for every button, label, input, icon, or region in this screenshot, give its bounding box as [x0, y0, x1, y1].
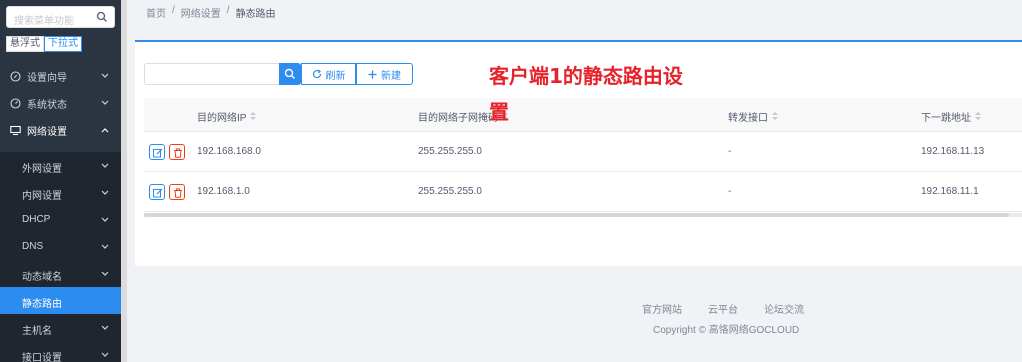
chevron-down-icon: [101, 100, 109, 105]
monitor-icon: [10, 125, 21, 136]
delete-button[interactable]: [169, 144, 185, 160]
sort-icon[interactable]: [250, 112, 257, 121]
cell-dest-mask: 255.255.255.0: [418, 186, 482, 197]
column-header-dest-ip[interactable]: 目的网络IP: [197, 109, 257, 124]
chevron-down-icon: [101, 73, 109, 78]
cell-next-hop: 192.168.11.13: [921, 146, 985, 157]
chevron-up-icon: [101, 128, 109, 133]
refresh-label: 刷新: [325, 70, 346, 82]
sub-item-label: DNS: [22, 241, 44, 252]
edit-icon: [153, 148, 163, 158]
menu-search-placeholder: 搜索菜单功能: [14, 16, 74, 27]
menu-item-setup-wizard[interactable]: 设置向导: [0, 63, 121, 90]
sub-item-label: 外网设置: [22, 164, 62, 175]
sidebar-item-dns[interactable]: DNS: [0, 233, 121, 260]
sort-icon[interactable]: [975, 112, 981, 121]
sidebar-item-hostname[interactable]: 主机名: [0, 314, 121, 341]
sub-item-label: 静态路由: [22, 299, 62, 310]
chevron-down-icon: [101, 325, 109, 330]
dashboard-icon: [10, 98, 21, 109]
cell-dest-ip: 192.168.168.0: [197, 146, 261, 157]
table-row: 192.168.1.0 255.255.255.0 - 192.168.11.1: [144, 173, 1022, 212]
sub-item-label: 动态域名: [22, 272, 62, 283]
refresh-icon: [312, 69, 321, 79]
compass-icon: [10, 71, 21, 82]
chevron-down-icon: [101, 244, 109, 249]
breadcrumb-current: 静态路由: [235, 9, 276, 20]
breadcrumb-separator: /: [172, 5, 175, 16]
breadcrumb-network[interactable]: 网络设置: [181, 5, 221, 20]
trash-icon: [174, 188, 182, 198]
chevron-down-icon: [101, 190, 109, 195]
breadcrumb: 首页 / 网络设置 / 静态路由: [146, 5, 276, 20]
footer-link-cloud[interactable]: 云平台: [708, 301, 738, 316]
footer-links: 官方网站 云平台 论坛交流: [642, 301, 804, 316]
breadcrumb-home[interactable]: 首页: [146, 5, 166, 20]
mode-floating-button[interactable]: 悬浮式: [6, 36, 44, 52]
new-button[interactable]: 新建: [356, 63, 413, 85]
chevron-down-icon: [101, 352, 109, 357]
edit-button[interactable]: [149, 184, 165, 200]
footer-link-forum[interactable]: 论坛交流: [764, 301, 804, 316]
route-search-input[interactable]: [144, 63, 280, 85]
sub-item-label: DHCP: [22, 214, 51, 225]
chevron-down-icon: [101, 271, 109, 276]
cell-dest-ip: 192.168.1.0: [197, 186, 250, 197]
refresh-button[interactable]: 刷新: [301, 63, 356, 85]
trash-icon: [174, 148, 182, 158]
cell-interface: -: [728, 146, 732, 157]
edit-button[interactable]: [149, 144, 165, 160]
delete-button[interactable]: [169, 184, 185, 200]
search-button[interactable]: [279, 63, 301, 85]
menu-item-system-status[interactable]: 系统状态: [0, 90, 121, 117]
table-row: 192.168.168.0 255.255.255.0 - 192.168.11…: [144, 133, 1022, 172]
mode-dropdown-button[interactable]: 下拉式: [44, 36, 82, 52]
cell-next-hop: 192.168.11.1: [921, 186, 979, 197]
chevron-down-icon: [101, 217, 109, 222]
sort-icon[interactable]: [772, 112, 778, 121]
sidebar-item-interface[interactable]: 接口设置: [0, 341, 121, 362]
search-icon[interactable]: [96, 11, 108, 23]
cell-interface: -: [728, 186, 732, 197]
sidebar-item-wan[interactable]: 外网设置: [0, 152, 121, 179]
table-horizontal-scrollbar[interactable]: [144, 213, 1022, 217]
footer-link-official-site[interactable]: 官方网站: [642, 301, 682, 316]
menu-item-network-settings[interactable]: 网络设置: [0, 117, 121, 144]
plus-icon: [368, 70, 377, 78]
search-icon: [284, 68, 295, 79]
cell-dest-mask: 255.255.255.0: [418, 146, 482, 157]
copyright: Copyright © 高恪网络GOCLOUD: [653, 325, 800, 336]
column-header-next-hop[interactable]: 下一跳地址: [921, 109, 981, 124]
menu-mode-toggle: 悬浮式 下拉式: [6, 36, 82, 52]
new-label: 新建: [381, 70, 401, 82]
sidebar-item-static-route[interactable]: 静态路由: [0, 287, 121, 314]
edit-icon: [153, 188, 163, 198]
sidebar: 搜索菜单功能 悬浮式 下拉式 设置向导 系统状态 网络设置 外网设置 内网设置 …: [0, 0, 121, 362]
sub-item-label: 内网设置: [22, 191, 62, 202]
breadcrumb-separator: /: [226, 5, 230, 16]
sidebar-scrollbar[interactable]: [121, 0, 127, 362]
menu-item-label: 设置向导: [27, 73, 67, 84]
sub-item-label: 接口设置: [22, 353, 62, 362]
sidebar-item-ddns[interactable]: 动态域名: [0, 260, 121, 287]
sidebar-item-dhcp[interactable]: DHCP: [0, 206, 121, 233]
sub-item-label: 主机名: [22, 326, 52, 337]
scrollbar-thumb[interactable]: [144, 213, 1009, 217]
sidebar-item-lan[interactable]: 内网设置: [0, 179, 121, 206]
annotation-text: 客户端1的静态路由设置: [489, 64, 683, 124]
column-header-interface[interactable]: 转发接口: [728, 109, 778, 124]
menu-item-label: 系统状态: [27, 100, 67, 111]
menu-search-input[interactable]: 搜索菜单功能: [6, 6, 115, 28]
menu-item-label: 网络设置: [27, 127, 67, 138]
chevron-down-icon: [101, 163, 109, 168]
